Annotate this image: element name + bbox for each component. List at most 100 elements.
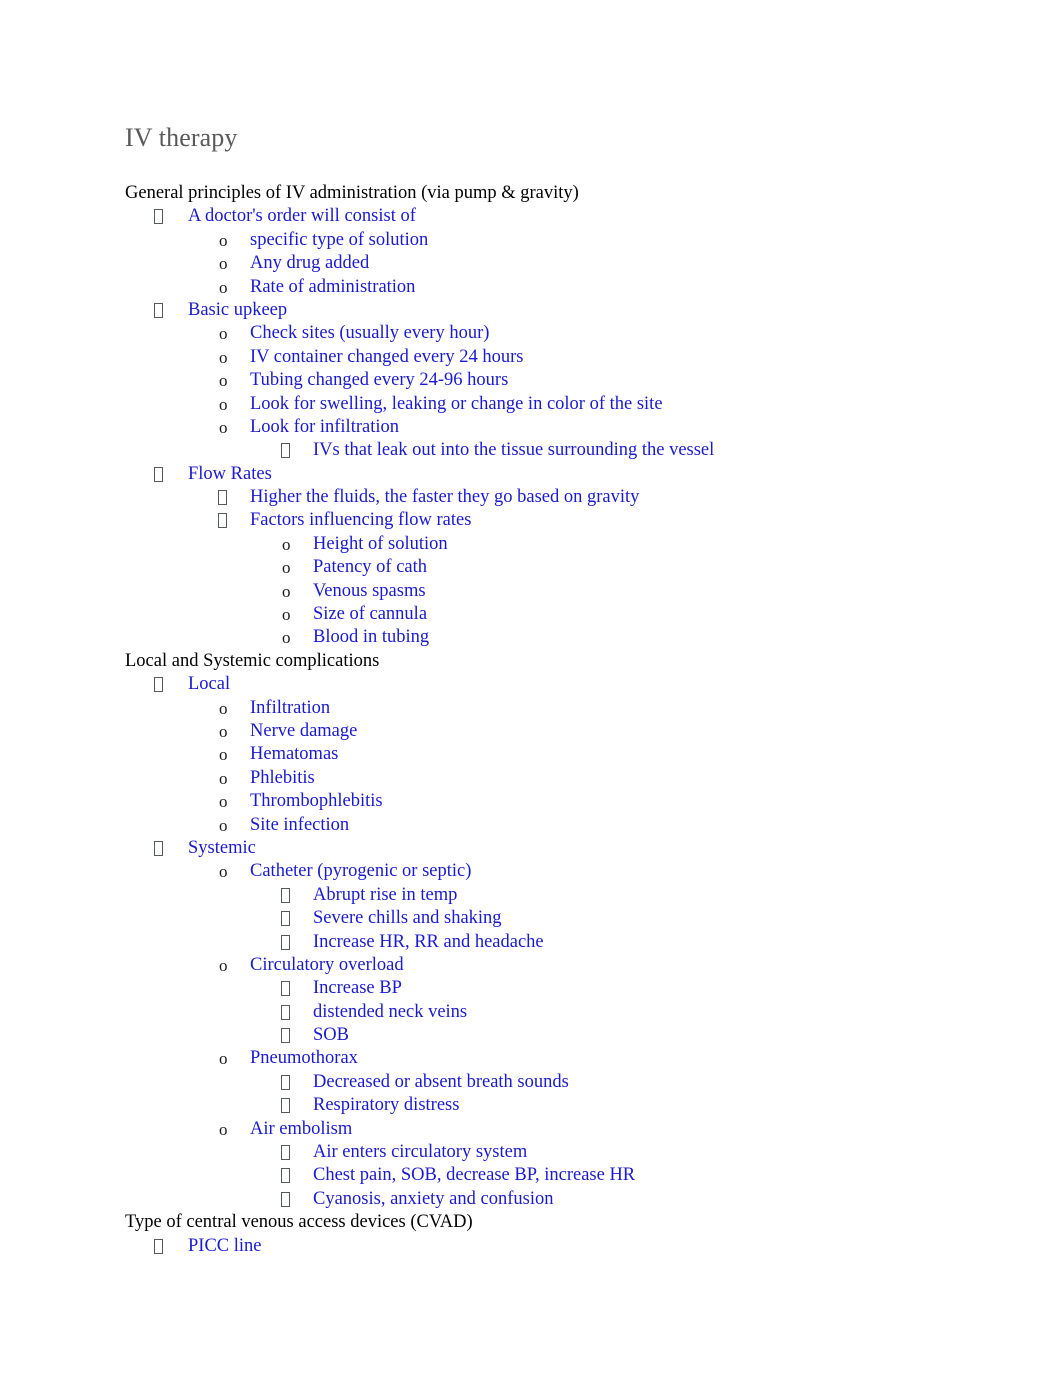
tofu-box-icon (154, 677, 163, 693)
missing-glyph-bullet-icon (154, 205, 163, 228)
outline-row-text: Systemic (188, 837, 256, 858)
missing-glyph-bullet-icon (281, 977, 290, 1000)
circle-letter-bullet-icon: o (219, 862, 228, 882)
outline-row: o Look for swelling, leaking or change in… (0, 393, 1062, 416)
outline-row: Increase BP (0, 977, 1062, 1000)
tofu-box-icon (281, 1074, 290, 1090)
outline-row: o Tubing changed every 24-96 hours (0, 369, 1062, 392)
circle-letter-bullet-icon: o (219, 792, 228, 812)
outline-row-text: Blood in tubing (313, 627, 430, 648)
outline-row-text: Higher the fluids, the faster they go ba… (250, 487, 640, 508)
outline-row-text: Tubing changed every 24-96 hours (250, 370, 509, 391)
tofu-box-icon (281, 981, 290, 997)
outline-row-text: specific type of solution (250, 229, 429, 250)
outline-list: General principles of IV administration … (0, 182, 1062, 1258)
missing-glyph-bullet-icon (281, 1141, 290, 1164)
tofu-box-icon (154, 466, 163, 482)
tofu-box-icon (218, 490, 227, 506)
missing-glyph-bullet-icon (281, 931, 290, 954)
circle-letter-bullet-icon: o (219, 230, 228, 250)
outline-row-text: IV container changed every 24 hours (250, 346, 524, 367)
outline-row: o IV container changed every 24 hours (0, 346, 1062, 369)
outline-row: o Hematomas (0, 743, 1062, 766)
outline-row-text: IVs that leak out into the tissue surrou… (313, 440, 715, 461)
outline-row-text: Air embolism (250, 1118, 353, 1139)
outline-row-text: Factors influencing flow rates (250, 510, 472, 531)
outline-row-text: PICC line (188, 1235, 262, 1256)
outline-row-text: Basic upkeep (188, 299, 288, 320)
outline-row: o Phlebitis (0, 767, 1062, 790)
outline-row-text: Flow Rates (188, 463, 272, 484)
outline-row: o Patency of cath (0, 556, 1062, 579)
outline-row: Cyanosis, anxiety and confusion (0, 1188, 1062, 1211)
outline-row: Local (0, 673, 1062, 696)
circle-letter-bullet-icon: o (219, 371, 228, 391)
missing-glyph-bullet-icon (281, 1001, 290, 1024)
outline-row: distended neck veins (0, 1001, 1062, 1024)
circle-letter-bullet-icon: o (219, 254, 228, 274)
outline-row: General principles of IV administration … (0, 182, 1062, 205)
circle-letter-bullet-icon: o (219, 698, 228, 718)
outline-row-text: Pneumothorax (250, 1048, 358, 1069)
outline-row: o Thrombophlebitis (0, 790, 1062, 813)
outline-row: o Circulatory overload (0, 954, 1062, 977)
outline-row: Basic upkeep (0, 299, 1062, 322)
outline-row: Systemic (0, 837, 1062, 860)
outline-row: Local and Systemic complications (0, 650, 1062, 673)
tofu-box-icon (281, 911, 290, 927)
tofu-box-icon (281, 1098, 290, 1114)
circle-letter-bullet-icon: o (282, 534, 291, 554)
outline-row-text: Any drug added (250, 253, 370, 274)
tofu-box-icon (281, 1145, 290, 1161)
missing-glyph-bullet-icon (281, 907, 290, 930)
outline-row-text: Chest pain, SOB, decrease BP, increase H… (313, 1165, 636, 1186)
outline-row: Type of central venous access devices (C… (0, 1211, 1062, 1234)
outline-row: Flow Rates (0, 463, 1062, 486)
circle-letter-bullet-icon: o (282, 558, 291, 578)
missing-glyph-bullet-icon (281, 1164, 290, 1187)
outline-row: o Look for infiltration (0, 416, 1062, 439)
outline-row-text: Increase BP (313, 978, 402, 999)
outline-row-text: Rate of administration (250, 276, 416, 297)
circle-letter-bullet-icon: o (219, 324, 228, 344)
circle-letter-bullet-icon: o (282, 581, 291, 601)
outline-row-text: Cyanosis, anxiety and confusion (313, 1188, 554, 1209)
circle-letter-bullet-icon: o (219, 394, 228, 414)
outline-row: o Check sites (usually every hour) (0, 322, 1062, 345)
outline-row: Factors influencing flow rates (0, 509, 1062, 532)
outline-row-text: Size of cannula (313, 604, 428, 625)
outline-row: o Nerve damage (0, 720, 1062, 743)
circle-letter-bullet-icon: o (219, 955, 228, 975)
tofu-box-icon (281, 1028, 290, 1044)
outline-row: SOB (0, 1024, 1062, 1047)
circle-letter-bullet-icon: o (219, 745, 228, 765)
outline-row: o Rate of administration (0, 276, 1062, 299)
outline-row: Air enters circulatory system (0, 1141, 1062, 1164)
outline-row-text: A doctor's order will consist of (188, 206, 416, 227)
tofu-box-icon (218, 513, 227, 529)
tofu-box-icon (281, 1004, 290, 1020)
outline-row: o Any drug added (0, 252, 1062, 275)
page-title: IV therapy (125, 123, 238, 152)
tofu-box-icon (154, 840, 163, 856)
outline-row-text: Local and Systemic complications (125, 650, 380, 671)
outline-row: Chest pain, SOB, decrease BP, increase H… (0, 1164, 1062, 1187)
tofu-box-icon (281, 443, 290, 459)
circle-letter-bullet-icon: o (219, 347, 228, 367)
outline-row-text: Local (188, 674, 231, 695)
outline-row-text: SOB (313, 1025, 349, 1046)
outline-row-text: Look for swelling, leaking or change in … (250, 393, 663, 414)
outline-row: o Blood in tubing (0, 626, 1062, 649)
outline-row-text: Abrupt rise in temp (313, 884, 458, 905)
outline-row-text: Thrombophlebitis (250, 791, 383, 812)
outline-row-text: distended neck veins (313, 1001, 468, 1022)
outline-row-text: Circulatory overload (250, 954, 404, 975)
missing-glyph-bullet-icon (154, 673, 163, 696)
tofu-box-icon (154, 302, 163, 318)
missing-glyph-bullet-icon (218, 486, 227, 509)
circle-letter-bullet-icon: o (219, 277, 228, 297)
outline-row-text: Hematomas (250, 744, 339, 765)
outline-row-text: Increase HR, RR and headache (313, 931, 544, 952)
tofu-box-icon (281, 1168, 290, 1184)
missing-glyph-bullet-icon (281, 439, 290, 462)
